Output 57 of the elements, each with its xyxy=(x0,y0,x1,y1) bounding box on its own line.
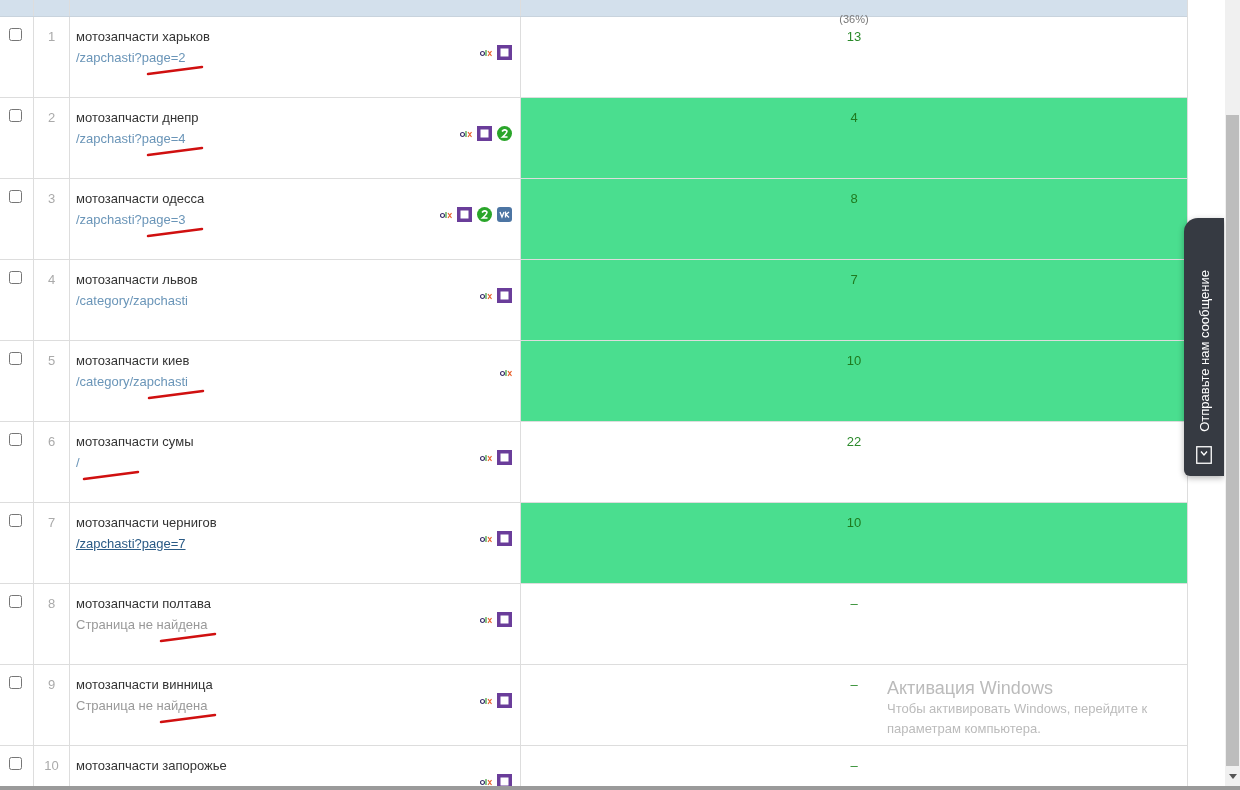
row-number: 9 xyxy=(47,677,56,692)
scrollbar[interactable] xyxy=(1225,0,1240,786)
column-note: (36%) xyxy=(839,13,869,25)
url-link[interactable]: /zapchasti?page=3 xyxy=(76,212,186,228)
row-checkbox[interactable] xyxy=(9,352,22,365)
horizontal-scrollbar[interactable] xyxy=(0,786,1240,790)
query-text: мотозапчасти полтава xyxy=(76,596,211,611)
url-link[interactable]: /category/zapchasti xyxy=(76,293,188,308)
row-number: 10 xyxy=(44,758,59,773)
row-checkbox[interactable] xyxy=(9,271,22,284)
row-number: 4 xyxy=(47,272,56,287)
value-text: 22 xyxy=(846,434,862,449)
url-link[interactable]: /zapchasti?page=2 xyxy=(76,50,186,66)
row-number: 3 xyxy=(47,191,56,206)
status-text: Страница не найдена xyxy=(76,617,208,633)
query-text: мотозапчасти львов xyxy=(76,272,198,287)
value-text: 13 xyxy=(846,29,862,44)
query-text: мотозапчасти киев xyxy=(76,353,190,368)
row-checkbox[interactable] xyxy=(9,514,22,527)
row-number: 2 xyxy=(47,110,56,125)
chevron-icon xyxy=(1196,446,1212,464)
value-text: – xyxy=(850,677,858,692)
row-checkbox[interactable] xyxy=(9,190,22,203)
row-checkbox[interactable] xyxy=(9,595,22,608)
row-number: 7 xyxy=(47,515,56,530)
scroll-down-icon[interactable] xyxy=(1229,774,1237,779)
row-number: 5 xyxy=(47,353,56,368)
notice-text: Чтобы активировать Windows, перейдите к параметрам компьютера. xyxy=(887,700,1149,738)
value-text: 4 xyxy=(850,110,858,125)
feedback-tab[interactable]: Отправьте нам сообщение xyxy=(1184,218,1224,476)
value-text: 10 xyxy=(846,353,862,368)
row-number: 6 xyxy=(47,434,56,449)
url-link[interactable]: /zapchasti?page=4 xyxy=(76,131,186,147)
row-checkbox[interactable] xyxy=(9,676,22,689)
notice-title: Активация Windows xyxy=(887,678,1054,699)
value-text: – xyxy=(850,758,858,773)
query-text: мотозапчасти харьков xyxy=(76,29,210,44)
row-checkbox[interactable] xyxy=(9,433,22,446)
query-text: мотозапчасти запорожье xyxy=(76,758,227,773)
url-link[interactable]: /category/zapchasti xyxy=(76,374,188,390)
row-number: 8 xyxy=(47,596,56,611)
url-link[interactable]: / xyxy=(76,455,80,471)
value-text: 8 xyxy=(850,191,858,206)
status-text: Страница не найдена xyxy=(76,698,208,714)
query-text: мотозапчасти чернигов xyxy=(76,515,217,530)
value-text: – xyxy=(850,596,858,611)
value-text: 7 xyxy=(850,272,858,287)
query-text: мотозапчасти днепр xyxy=(76,110,199,125)
query-text: мотозапчасти винница xyxy=(76,677,213,692)
query-text: мотозапчасти сумы xyxy=(76,434,194,449)
row-checkbox[interactable] xyxy=(9,28,22,41)
row-checkbox[interactable] xyxy=(9,109,22,122)
row-number: 1 xyxy=(47,29,56,44)
url-link[interactable]: /zapchasti?page=7 xyxy=(76,536,186,551)
query-text: мотозапчасти одесса xyxy=(76,191,205,206)
value-text: 10 xyxy=(846,515,862,530)
row-checkbox[interactable] xyxy=(9,757,22,770)
